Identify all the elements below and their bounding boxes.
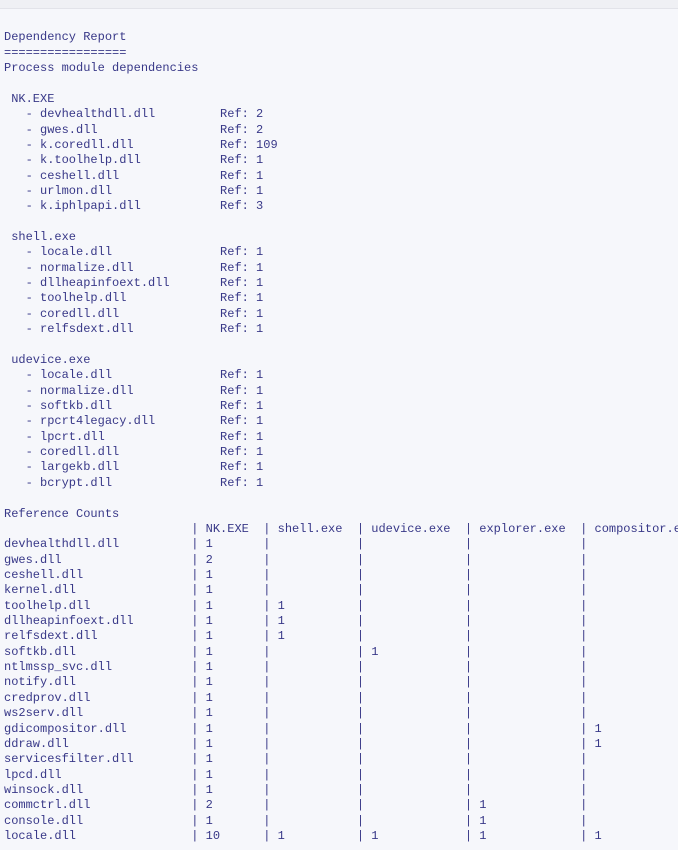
report-title: Dependency Report <box>4 30 126 44</box>
refcounts-header: | NK.EXE | shell.exe | udevice.exe | exp… <box>4 522 678 536</box>
refcounts-rows: devhealthdll.dll | 1 | | | | | gwes.dll … <box>4 537 678 843</box>
window-topbar <box>0 0 678 9</box>
report-body: Dependency Report ================= Proc… <box>0 9 678 850</box>
report-subtitle: Process module dependencies <box>4 61 198 75</box>
report-divider: ================= <box>4 46 126 60</box>
refcounts-title: Reference Counts <box>4 507 119 521</box>
process-list: NK.EXE - devhealthdll.dll Ref: 2 - gwes.… <box>4 92 278 490</box>
